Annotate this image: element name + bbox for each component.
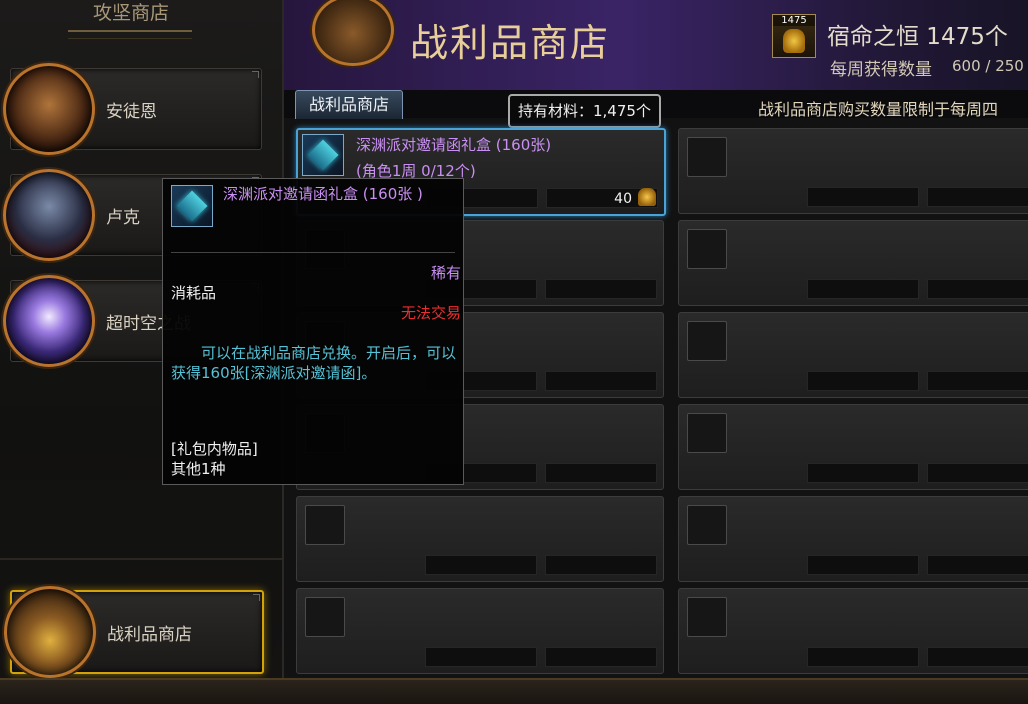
sidebar-title: 攻坚商店 [92,2,169,24]
bottom-frame [0,678,1028,704]
item-info-bar [545,647,657,667]
item-icon-placeholder [305,597,345,637]
currency-amount: 宿命之恒 1475个 [827,24,1008,50]
gift-box-icon [302,134,344,176]
item-info-bar [927,647,1028,667]
weekly-limit-value: 600 / 250 [952,57,1024,75]
item-info-bar [807,463,919,483]
luke-avatar-icon [3,169,95,261]
item-info-bar [807,371,919,391]
currency-icon-count: 1475 [773,15,815,26]
gift-box-art [171,185,213,227]
super-space-time-avatar-icon [3,275,95,367]
tab-loot-shop[interactable]: 战利品商店 [295,90,403,119]
item-info-bar [927,279,1028,299]
sidebar-item-label: 安徒恩 [106,102,157,122]
sidebar-item-anton[interactable]: 安徒恩 [3,63,262,155]
sidebar-item-label: 卢克 [106,208,140,228]
sidebar-item-label: 战利品商店 [107,625,192,645]
gift-box-icon [171,185,213,227]
tooltip-pack-title: [礼包内物品] [171,440,258,458]
sidebar-divider [0,558,282,560]
shop-item-slot[interactable] [678,220,1028,306]
tooltip-item-type: 消耗品 [171,284,217,302]
weekly-limit-label: 每周获得数量 [830,60,932,80]
item-info-bar [927,371,1028,391]
item-tooltip: 深渊派对邀请函礼盒 (160张 ) 稀有 消耗品 无法交易 可以在战利品商店兑换… [162,178,464,485]
corner-ornament [252,71,259,78]
sidebar-item-loot-shop[interactable]: 战利品商店 [4,586,264,678]
item-info-bar [927,187,1028,207]
item-price: 40 [614,191,632,207]
tooltip-trade-status: 无法交易 [400,304,461,322]
item-icon-placeholder [687,229,727,269]
currency-icon: 1475 [772,14,816,58]
item-info-bar [927,463,1028,483]
item-name: 深渊派对邀请函礼盒 (160张) [356,136,552,154]
item-info-bar [807,279,919,299]
loot-chest-icon [4,586,96,678]
tooltip-item-name: 深渊派对邀请函礼盒 (160张 ) [223,185,423,203]
item-icon-placeholder [687,505,727,545]
corner-ornament [253,594,260,601]
item-icon-placeholder [687,413,727,453]
currency-icon [638,188,656,206]
item-info-bar [425,555,537,575]
item-info-bar [425,647,537,667]
page-title: 战利品商店 [410,21,611,65]
item-icon-placeholder [305,505,345,545]
item-icon-placeholder [687,137,727,177]
item-info-bar [927,555,1028,575]
shop-item-slot[interactable] [296,588,664,674]
shop-item-slot[interactable] [296,496,664,582]
tooltip-rarity: 稀有 [430,264,461,282]
item-info-bar [545,279,657,299]
item-info-bar [807,555,919,575]
shop-item-slot[interactable] [678,404,1028,490]
sidebar-title-ornament [68,30,192,39]
flame-icon [783,29,805,53]
shop-item-slot[interactable] [678,128,1028,214]
item-info-bar [545,555,657,575]
anton-avatar-icon [3,63,95,155]
item-info-bar [807,647,919,667]
item-info-bar [545,371,657,391]
tooltip-description: 可以在战利品商店兑换。开启后，可以获得160张[深渊派对邀请函]。 [171,344,457,382]
item-info-bar [545,463,657,483]
shop-item-slot[interactable] [678,312,1028,398]
item-icon-placeholder [687,597,727,637]
purchase-limit-notice: 战利品商店购买数量限制于每周四 [758,100,999,119]
shop-item-slot[interactable] [678,588,1028,674]
tooltip-pack-items: 其他1种 [171,460,226,478]
tooltip-divider [171,252,455,253]
item-icon-placeholder [687,321,727,361]
shop-item-slot[interactable] [678,496,1028,582]
held-materials-badge: 持有材料：1,475个 [508,94,661,128]
item-info-bar [807,187,919,207]
